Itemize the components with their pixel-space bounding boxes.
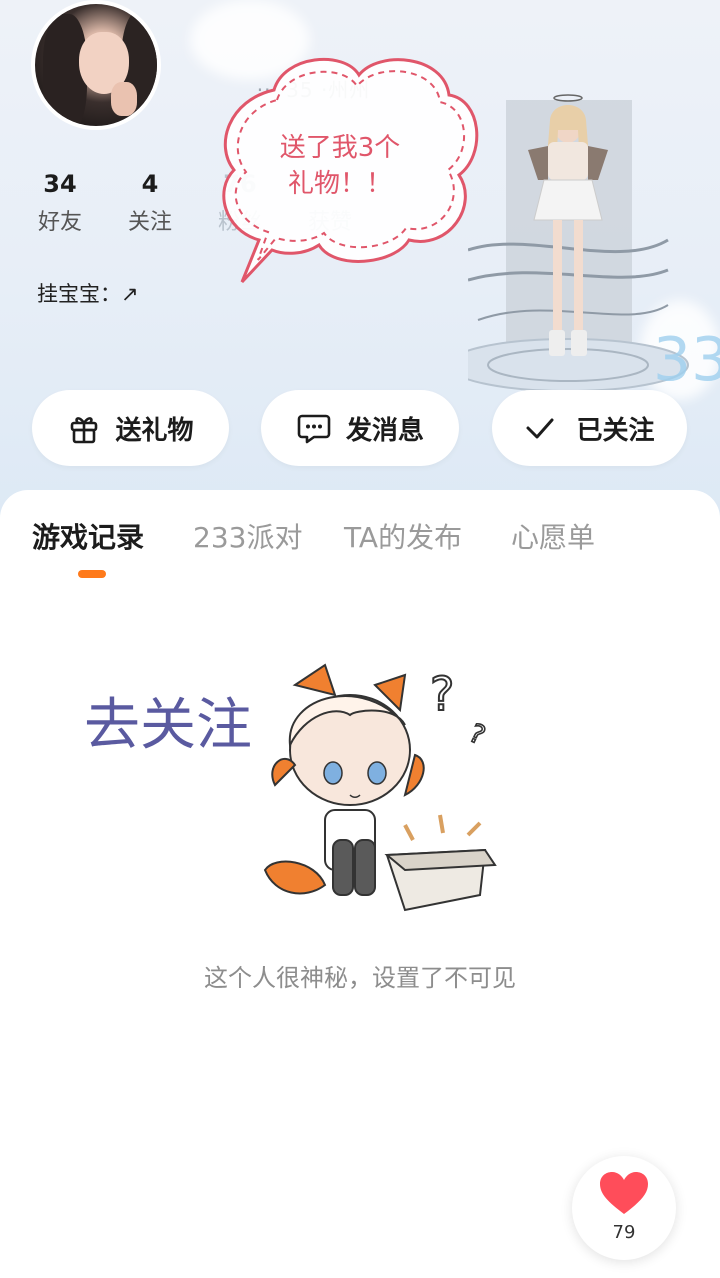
pendant-label[interactable]: 挂宝宝：↗ (37, 278, 139, 308)
confused-mascot-illustration: ? ? (263, 663, 497, 912)
chat-bubble-icon (297, 414, 331, 444)
followed-button[interactable]: 已关注 (492, 390, 687, 466)
send-gift-label: 送礼物 (115, 415, 194, 446)
send-message-label: 发消息 (345, 415, 424, 446)
tab-wishlist[interactable]: 心愿单 (511, 516, 595, 556)
gift-icon (71, 417, 98, 444)
send-message-button[interactable]: 发消息 (261, 390, 459, 466)
stat-friends-value: 34 (43, 170, 77, 198)
speech-bubble-text: 送了我3个 礼物！！ (250, 130, 430, 202)
active-tab-indicator (78, 570, 106, 578)
tab-233-party[interactable]: 233派对 (193, 516, 302, 556)
stat-following-label: 关注 (127, 210, 172, 235)
speech-bubble-line2: 礼物！！ (287, 169, 392, 199)
stat-friends-label: 好友 (37, 210, 82, 235)
svg-text:?: ? (464, 718, 489, 751)
tab-ta-posts[interactable]: TA的发布 (344, 516, 462, 556)
avatar[interactable] (31, 0, 161, 130)
like-count: 79 (612, 1222, 636, 1243)
followed-label: 已关注 (576, 415, 655, 446)
stat-friends[interactable]: 34 好友 (15, 170, 105, 236)
tab-game-records[interactable]: 游戏记录 (32, 516, 144, 556)
like-button[interactable]: 79 (572, 1156, 676, 1260)
stat-following-value: 4 (141, 170, 159, 198)
stat-following[interactable]: 4 关注 (105, 170, 195, 236)
send-gift-button[interactable]: 送礼物 (32, 390, 229, 466)
empty-state-message: 这个人很神秘，设置了不可见 (204, 964, 516, 992)
svg-text:?: ? (430, 667, 454, 721)
checkmark-icon (526, 418, 554, 439)
go-follow-overlay-text: 去关注 (84, 693, 252, 758)
heart-icon (600, 1172, 648, 1214)
svg-text:33: 33 (653, 325, 720, 395)
speech-bubble-line1: 送了我3个 (279, 133, 401, 163)
character-scene[interactable]: 33 (468, 80, 720, 400)
